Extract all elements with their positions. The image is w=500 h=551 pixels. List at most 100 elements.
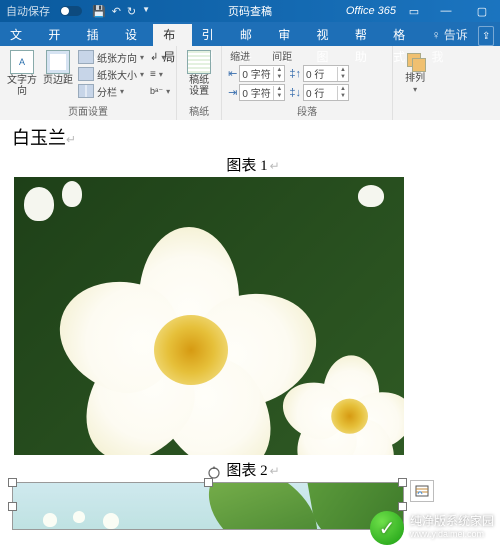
- watermark-url: www.yidaimei.com: [410, 528, 494, 541]
- layout-options-button[interactable]: [410, 480, 434, 502]
- indent-left-input[interactable]: 0 字符▲▼: [239, 65, 285, 82]
- photo-lily-of-valley: [12, 482, 404, 530]
- chevron-down-icon: ▾: [166, 87, 170, 96]
- paragraph-mark-icon: ↵: [270, 464, 280, 478]
- spacing-after-row: ‡↓0 行▲▼: [289, 84, 349, 101]
- margins-button[interactable]: 页边距: [42, 48, 74, 86]
- tab-insert[interactable]: 插入: [77, 24, 115, 46]
- resize-handle[interactable]: [8, 502, 17, 511]
- office365-label: Office 365: [346, 5, 396, 17]
- spacing-before-icon: ‡↑: [289, 68, 301, 80]
- breaks-button[interactable]: ↲▾: [150, 49, 170, 65]
- spacing-after-input[interactable]: 0 行▲▼: [303, 84, 349, 101]
- quick-access-toolbar: 💾 ↶ ↻ ▼: [92, 5, 150, 18]
- ribbon-tabs: 文件 开始 插入 设计 布局 引用 邮件 审阅 视图 帮助 格式 ♀ 告诉我 ⇪: [0, 22, 500, 46]
- watermark-badge-icon: ✓: [370, 511, 404, 545]
- breaks-icon: ↲: [150, 52, 158, 63]
- chevron-down-icon: ▾: [159, 70, 163, 79]
- orientation-icon: [78, 50, 94, 64]
- watermark: ✓ 纯净版系统家园 www.yidaimei.com: [370, 511, 494, 545]
- chevron-down-icon: ▾: [161, 53, 165, 62]
- indent-label: 缩进: [228, 48, 250, 63]
- tab-view[interactable]: 视图: [307, 24, 345, 46]
- hyphenation-icon: bᵃ⁻: [150, 86, 163, 97]
- body-text-line[interactable]: 白玉兰↵: [12, 124, 494, 150]
- caption-2[interactable]: 图表 2↵: [12, 459, 494, 480]
- spacing-after-icon: ‡↓: [289, 87, 301, 99]
- tab-tellme[interactable]: ♀ 告诉我: [421, 24, 478, 46]
- chevron-down-icon: ▾: [140, 70, 144, 79]
- stepper-icon[interactable]: ▲▼: [337, 67, 348, 81]
- paragraph-mark-icon: ↵: [66, 132, 76, 146]
- restore-button[interactable]: ▢: [468, 0, 496, 22]
- group-paper: 稿纸 设置 稿纸: [177, 46, 222, 120]
- tab-file[interactable]: 文件: [0, 24, 38, 46]
- paper-settings-icon: [187, 50, 211, 74]
- tab-design[interactable]: 设计: [115, 24, 153, 46]
- document-area[interactable]: 白玉兰↵ 图表 1↵ 图表 2↵: [0, 120, 500, 551]
- watermark-brand: 纯净版系统家园: [410, 515, 494, 528]
- indent-left-icon: ⇤: [228, 67, 237, 80]
- arrange-button[interactable]: 排列 ▾: [399, 48, 431, 94]
- resize-handle[interactable]: [8, 478, 17, 487]
- ribbon: A 文字方向 页边距 纸张方向▾ 纸张大小▾ 分栏▾ ↲▾ ≡▾ bᵃ⁻▾ 页面…: [0, 46, 500, 121]
- size-button[interactable]: 纸张大小▾: [78, 66, 144, 82]
- tab-mail[interactable]: 邮件: [230, 24, 268, 46]
- autosave-label: 自动保存: [0, 3, 56, 19]
- stepper-icon[interactable]: ▲▼: [337, 86, 348, 100]
- group-paragraph: 缩进 间距 ⇤0 字符▲▼ ‡↑0 行▲▼ ⇥0 字符▲▼ ‡↓0 行▲▼ 段落: [222, 46, 393, 120]
- stepper-icon[interactable]: ▲▼: [273, 86, 284, 100]
- title-bar: 自动保存 💾 ↶ ↻ ▼ 页码查稿 Office 365 ▭ ― ▢: [0, 0, 500, 22]
- arrange-icon: [404, 50, 426, 72]
- share-button[interactable]: ⇪: [478, 26, 494, 46]
- line-numbers-icon: ≡: [150, 69, 156, 80]
- group-label-page-setup: 页面设置: [6, 102, 170, 120]
- group-label-paragraph: 段落: [228, 102, 386, 120]
- indent-right-input[interactable]: 0 字符▲▼: [239, 84, 285, 101]
- tab-review[interactable]: 审阅: [268, 24, 306, 46]
- group-label-paper: 稿纸: [183, 102, 215, 120]
- orientation-button[interactable]: 纸张方向▾: [78, 49, 144, 65]
- text-direction-button[interactable]: A 文字方向: [6, 48, 38, 97]
- tab-picture-format[interactable]: 格式: [383, 24, 421, 46]
- stepper-icon[interactable]: ▲▼: [273, 67, 284, 81]
- photo-frangipani: [14, 177, 404, 455]
- minimize-button[interactable]: ―: [432, 0, 460, 22]
- document-title: 页码查稿: [228, 3, 272, 19]
- tab-references[interactable]: 引用: [192, 24, 230, 46]
- caption-1[interactable]: 图表 1↵: [12, 154, 494, 175]
- line-numbers-button[interactable]: ≡▾: [150, 66, 170, 82]
- chevron-down-icon: ▾: [120, 87, 124, 96]
- spacing-label: 间距: [270, 48, 292, 63]
- columns-button[interactable]: 分栏▾: [78, 83, 144, 99]
- size-icon: [78, 67, 94, 81]
- columns-icon: [78, 84, 94, 98]
- spacing-before-row: ‡↑0 行▲▼: [289, 65, 349, 82]
- tab-layout[interactable]: 布局: [153, 24, 191, 46]
- hyphenation-button[interactable]: bᵃ⁻▾: [150, 83, 170, 99]
- indent-right-icon: ⇥: [228, 86, 237, 99]
- group-page-setup: A 文字方向 页边距 纸张方向▾ 纸张大小▾ 分栏▾ ↲▾ ≡▾ bᵃ⁻▾ 页面…: [0, 46, 177, 120]
- undo-icon[interactable]: ↶: [112, 5, 121, 18]
- save-icon[interactable]: 💾: [92, 5, 106, 18]
- resize-handle[interactable]: [204, 478, 213, 487]
- redo-icon[interactable]: ↻: [127, 5, 136, 18]
- indent-left-row: ⇤0 字符▲▼: [228, 65, 285, 82]
- chevron-down-icon: ▾: [140, 53, 144, 62]
- paper-settings-button[interactable]: 稿纸 设置: [183, 48, 215, 97]
- image-1[interactable]: [14, 177, 494, 455]
- tab-help[interactable]: 帮助: [345, 24, 383, 46]
- margins-icon: [46, 50, 70, 74]
- paragraph-mark-icon: ↵: [270, 159, 280, 173]
- tab-home[interactable]: 开始: [38, 24, 76, 46]
- indent-right-row: ⇥0 字符▲▼: [228, 84, 285, 101]
- autosave-toggle[interactable]: [60, 6, 82, 16]
- resize-handle[interactable]: [398, 502, 407, 511]
- resize-handle[interactable]: [398, 478, 407, 487]
- chevron-down-icon: ▾: [413, 85, 417, 94]
- spacing-before-input[interactable]: 0 行▲▼: [303, 65, 349, 82]
- text-direction-icon: A: [10, 50, 34, 74]
- qat-customize-icon[interactable]: ▼: [142, 5, 150, 18]
- page: 白玉兰↵ 图表 1↵ 图表 2↵: [0, 120, 500, 530]
- ribbon-options-icon[interactable]: ▭: [404, 5, 424, 18]
